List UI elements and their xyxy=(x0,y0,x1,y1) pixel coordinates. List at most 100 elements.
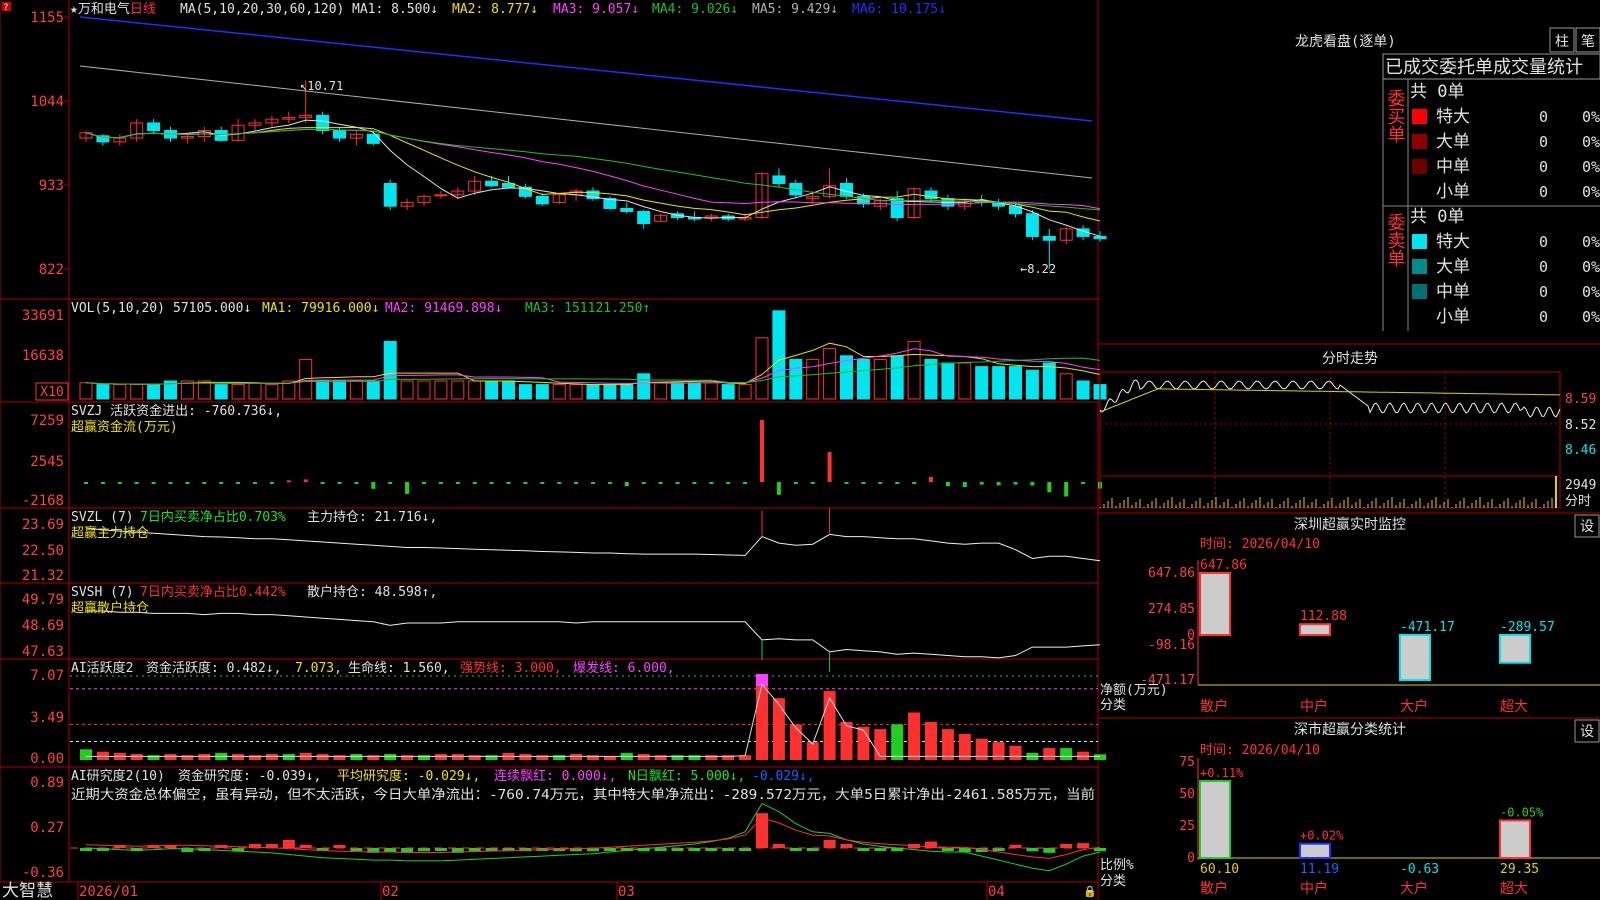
order-count: 0 xyxy=(1539,158,1548,176)
flow-bar xyxy=(1064,482,1069,497)
svzj-tick: 2545 xyxy=(30,454,64,470)
ai2-extra: -0.029↓, xyxy=(752,769,815,784)
activity-bar xyxy=(840,721,853,760)
intraday-tick: 8.59 xyxy=(1565,392,1596,407)
flow-bar xyxy=(354,482,359,484)
tab-volume-stats[interactable]: 成交量统计 xyxy=(1493,57,1583,78)
research-bar xyxy=(1077,843,1090,848)
sz-class-chart[interactable]: 75 50 25 0 +0.11% 60.10 散户 +0.02% 11.19 中户 -0.63 大户… xyxy=(1179,755,1600,897)
tab-orders[interactable]: 委托单 xyxy=(1439,57,1493,78)
order-count: 0 xyxy=(1539,183,1548,201)
flow-bar xyxy=(743,482,748,484)
sz-class-category: 大户 xyxy=(1400,880,1428,897)
sz-class-value: 29.35 xyxy=(1500,862,1539,877)
candle-body xyxy=(96,135,110,143)
intraday-vol-unit: 分时 xyxy=(1565,494,1591,509)
sell-side-label: 委卖单 xyxy=(1385,213,1406,267)
volume-bar xyxy=(451,380,465,400)
sz-monitor-ycap1: 净额(万元) xyxy=(1100,683,1168,698)
sz-class-tick: 50 xyxy=(1179,787,1195,802)
main-tick: 822 xyxy=(39,262,64,278)
flow-bar xyxy=(286,480,291,483)
ma6-line xyxy=(79,16,1093,122)
volume-bar xyxy=(958,362,972,400)
order-size-label: 大单 xyxy=(1436,132,1470,152)
svzj-chart[interactable] xyxy=(84,420,1102,497)
ai-research-chart[interactable] xyxy=(70,802,1106,872)
volume-bar xyxy=(535,384,549,400)
volume-chart[interactable] xyxy=(79,310,1107,400)
sz-class-value: -0.63 xyxy=(1400,862,1439,877)
svzl-tick: 23.69 xyxy=(22,517,64,533)
candlestick-chart[interactable]: ↖10.71 ←8.22 xyxy=(79,16,1107,276)
activity-bar xyxy=(451,754,464,760)
ai2-comment: 近期大资金总体偏空，虽有异动，但不太活跃，今日大单净流出：-760.74万元，其… xyxy=(71,786,1095,803)
order-percent: 0% xyxy=(1582,283,1600,301)
volume-bar xyxy=(417,380,431,400)
flow-bar xyxy=(929,476,933,482)
activity-bar xyxy=(891,724,904,760)
vol-unit: X10 xyxy=(40,385,63,400)
volume-bar xyxy=(704,382,718,400)
order-size-label: 中单 xyxy=(1436,282,1470,302)
research-bar xyxy=(384,848,397,853)
volume-bar xyxy=(316,380,330,400)
flow-bar xyxy=(979,482,984,485)
sz-class-category: 散户 xyxy=(1200,880,1228,897)
legend-swatch xyxy=(1412,259,1427,274)
flow-bar xyxy=(607,482,612,484)
order-percent: 0% xyxy=(1582,183,1600,201)
date-label: 03 xyxy=(618,884,635,900)
activity-bar xyxy=(806,742,819,760)
flow-bar xyxy=(895,482,900,484)
date-axis: 2026/01 02 03 04 xyxy=(79,884,1005,900)
svsh-title: SVSH (7) xyxy=(71,585,134,600)
ai2-tick: 0.27 xyxy=(30,820,64,836)
flow-bar xyxy=(168,482,173,484)
intraday-vol-tick: 2949 xyxy=(1565,478,1596,493)
ai2-average: 平均研究度: -0.029↓, xyxy=(337,768,480,784)
candle-body xyxy=(772,175,786,184)
candle-body xyxy=(1042,235,1056,241)
svsh-tick: 48.69 xyxy=(22,618,64,634)
sz-monitor-value: -289.57 xyxy=(1500,620,1555,635)
volume-bar xyxy=(333,380,346,400)
flow-bar xyxy=(641,482,646,484)
flow-bar xyxy=(320,482,325,484)
ai-activity-chart[interactable] xyxy=(70,674,1106,760)
order-size-label: 特大 xyxy=(1436,232,1470,252)
intraday-chart[interactable] xyxy=(1099,371,1561,509)
ma1-value: MA1: 8.500↓ xyxy=(352,2,438,17)
flow-bar xyxy=(1013,482,1018,485)
volume-bar xyxy=(603,384,617,400)
volume-bar xyxy=(265,384,279,400)
sz-class-change: +0.02% xyxy=(1300,829,1344,843)
order-percent: 0% xyxy=(1582,158,1600,176)
tab-executed[interactable]: 已成交 xyxy=(1385,57,1439,78)
ma4-value: MA4: 9.026↓ xyxy=(652,2,738,17)
volume-bar xyxy=(113,384,127,400)
flow-bar xyxy=(540,482,545,484)
svzj-y-axis: 7259 2545 -2168 xyxy=(22,413,64,509)
activity-bar xyxy=(603,756,616,760)
sz-monitor-chart[interactable]: 647.86274.850-98.16-471.17647.86散户112.88… xyxy=(1140,558,1600,715)
flow-bar xyxy=(523,482,528,484)
flow-bar xyxy=(861,482,866,484)
volume-bar xyxy=(856,358,870,400)
lock-icon[interactable]: 🔒 xyxy=(1083,885,1097,898)
flow-bar xyxy=(912,482,917,484)
sz-monitor-value: -471.17 xyxy=(1400,620,1455,635)
legend-swatch xyxy=(1412,134,1427,149)
main-tick: 933 xyxy=(39,178,64,194)
volume-bar xyxy=(721,384,735,400)
vol-tick: 33691 xyxy=(22,308,64,324)
sz-class-value: 60.10 xyxy=(1200,862,1239,877)
volume-bar xyxy=(924,358,938,400)
flow-bar xyxy=(962,482,967,488)
order-size-label: 特大 xyxy=(1436,107,1470,127)
candle-body xyxy=(147,122,161,132)
flow-bar xyxy=(371,482,376,489)
activity-bar xyxy=(164,754,177,760)
flow-bar xyxy=(844,482,849,484)
activity-bar xyxy=(130,754,143,760)
